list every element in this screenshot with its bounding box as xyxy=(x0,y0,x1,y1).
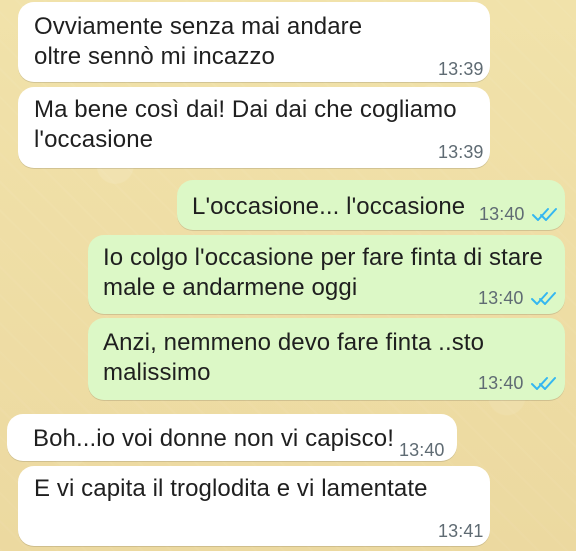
message-meta: 13:39 xyxy=(438,143,484,161)
message-bubble-outgoing[interactable]: Io colgo l'occasione per fare finta di s… xyxy=(88,235,565,314)
message-text: E vi capita il troglodita e vi lamentate xyxy=(34,475,428,502)
message-meta: 13:41 xyxy=(438,522,484,540)
message-meta: 13:40 xyxy=(478,289,558,307)
message-meta: 13:40 xyxy=(478,374,558,392)
double-check-icon xyxy=(530,374,558,392)
message-time: 13:40 xyxy=(399,440,445,460)
message-text: Anzi, nemmeno devo fare finta ..sto mali… xyxy=(103,329,485,386)
message-time: 13:40 xyxy=(478,288,524,308)
message-text: Boh...io voi donne non vi capisco! xyxy=(33,425,394,452)
message-bubble-outgoing[interactable]: Anzi, nemmeno devo fare finta ..sto mali… xyxy=(88,318,565,400)
message-time: 13:41 xyxy=(438,521,484,541)
message-bubble-incoming[interactable]: E vi capita il troglodita e vi lamentate… xyxy=(18,466,490,546)
message-bubble-incoming[interactable]: Ma bene così dai! Dai dai che cogliamo l… xyxy=(18,87,490,168)
message-meta: 13:39 xyxy=(438,60,484,78)
message-time: 13:39 xyxy=(438,142,484,162)
message-text: Ma bene così dai! Dai dai che cogliamo l… xyxy=(34,96,457,153)
message-bubble-incoming[interactable]: Boh...io voi donne non vi capisco! 13:40 xyxy=(7,414,457,461)
message-meta: 13:40 xyxy=(479,205,559,223)
message-time: 13:40 xyxy=(479,204,525,224)
message-text: Ovviamente senza mai andare oltre sennò … xyxy=(34,13,363,70)
message-time: 13:40 xyxy=(478,373,524,393)
message-bubble-outgoing[interactable]: L'occasione... l'occasione 13:40 xyxy=(177,180,565,230)
message-bubble-incoming[interactable]: Ovviamente senza mai andare oltre sennò … xyxy=(18,2,490,82)
message-time: 13:39 xyxy=(438,59,484,79)
double-check-icon xyxy=(531,205,559,223)
message-text: L'occasione... l'occasione xyxy=(192,193,466,220)
message-meta: 13:40 xyxy=(399,441,445,459)
double-check-icon xyxy=(530,289,558,307)
